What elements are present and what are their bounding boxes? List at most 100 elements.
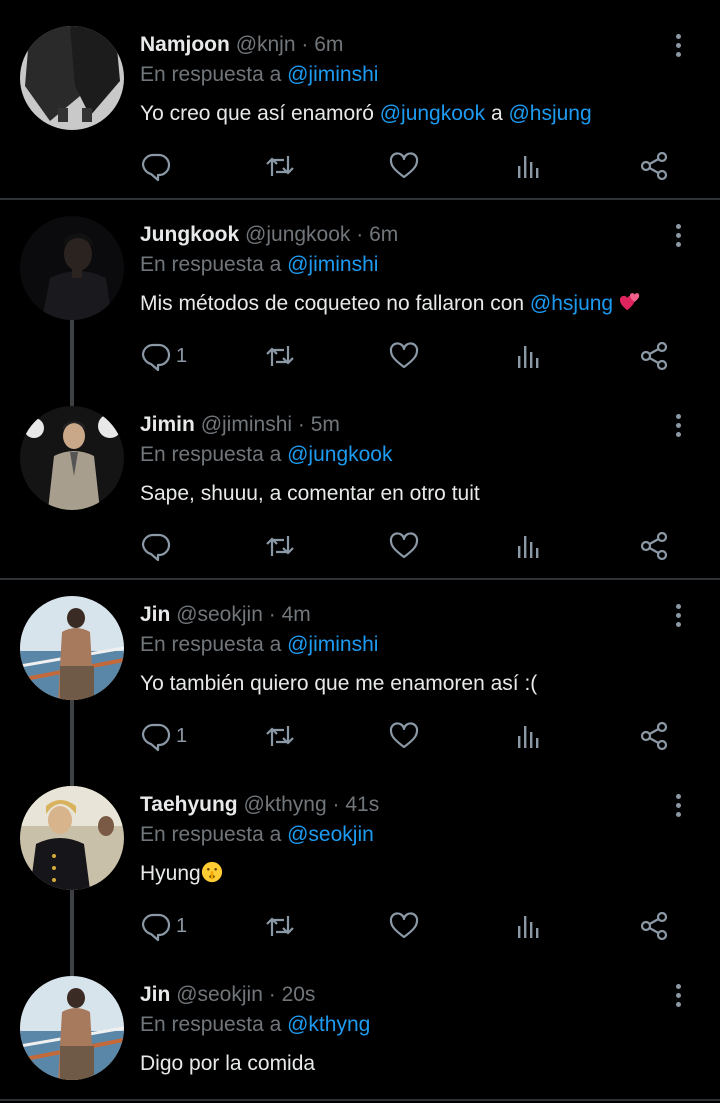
- reply-context: En respuesta a @jiminshi: [140, 252, 378, 278]
- like-button[interactable]: [388, 718, 420, 754]
- reply-mention[interactable]: @jiminshi: [287, 633, 378, 656]
- reply-prefix: En respuesta a: [140, 63, 282, 86]
- author-handle[interactable]: @seokjin: [176, 603, 263, 626]
- author-name[interactable]: Taehyung: [140, 793, 238, 816]
- reply-icon: [141, 533, 171, 562]
- separator: ·: [301, 33, 309, 56]
- author-name[interactable]: Jin: [140, 603, 170, 626]
- more-options-icon[interactable]: [670, 412, 686, 438]
- analytics-icon: [518, 346, 539, 368]
- analytics-button[interactable]: [513, 528, 545, 564]
- reply-mention[interactable]: @seokjin: [287, 823, 374, 846]
- retweet-icon: [266, 726, 294, 746]
- reply-button[interactable]: [140, 148, 176, 184]
- author-name[interactable]: Namjoon: [140, 33, 230, 56]
- author-handle[interactable]: @jungkook: [245, 223, 350, 246]
- avatar[interactable]: [20, 976, 124, 1080]
- divider: [0, 578, 720, 580]
- avatar[interactable]: [20, 26, 124, 130]
- reply-icon: [141, 343, 171, 372]
- author-handle[interactable]: @knjn: [236, 33, 296, 56]
- reply-mention[interactable]: @jungkook: [287, 443, 392, 466]
- retweet-button[interactable]: [264, 908, 296, 944]
- reply-prefix: En respuesta a: [140, 633, 282, 656]
- reply-button[interactable]: 1: [140, 908, 187, 944]
- avatar[interactable]: [20, 216, 124, 320]
- divider: [0, 198, 720, 200]
- retweet-button[interactable]: [264, 338, 296, 374]
- more-options-icon[interactable]: [670, 792, 686, 818]
- timestamp[interactable]: 6m: [369, 223, 398, 246]
- heart-icon: [389, 342, 419, 369]
- analytics-icon: [518, 536, 539, 558]
- share-button[interactable]: [638, 338, 670, 374]
- retweet-button[interactable]: [264, 718, 296, 754]
- tweet-actions: [140, 528, 700, 564]
- thread-line: [70, 318, 74, 408]
- share-icon: [640, 911, 668, 941]
- analytics-icon: [518, 726, 539, 748]
- share-button[interactable]: [638, 528, 670, 564]
- tweet-text: Hyung: [140, 861, 223, 887]
- timestamp[interactable]: 41s: [345, 793, 379, 816]
- shushing-face-icon: [201, 861, 222, 883]
- retweet-icon: [266, 916, 294, 936]
- reply-prefix: En respuesta a: [140, 443, 282, 466]
- avatar[interactable]: [20, 406, 124, 510]
- tweet-actions: [140, 148, 700, 184]
- more-options-icon[interactable]: [670, 602, 686, 628]
- like-button[interactable]: [388, 148, 420, 184]
- retweet-icon: [266, 536, 294, 556]
- share-button[interactable]: [638, 148, 670, 184]
- thread-line: [70, 698, 74, 788]
- more-options-icon[interactable]: [670, 222, 686, 248]
- author-name[interactable]: Jungkook: [140, 223, 239, 246]
- reply-mention[interactable]: @kthyng: [287, 1013, 370, 1036]
- avatar[interactable]: [20, 786, 124, 890]
- author-name[interactable]: Jimin: [140, 413, 195, 436]
- author-handle[interactable]: @seokjin: [176, 983, 263, 1006]
- mention-link[interactable]: @jungkook: [380, 102, 485, 125]
- reply-icon: [141, 913, 171, 942]
- retweet-button[interactable]: [264, 528, 296, 564]
- reply-button[interactable]: 1: [140, 718, 187, 754]
- timestamp[interactable]: 6m: [314, 33, 343, 56]
- retweet-icon: [266, 346, 294, 366]
- reply-mention[interactable]: @jiminshi: [287, 63, 378, 86]
- timestamp[interactable]: 4m: [282, 603, 311, 626]
- analytics-button[interactable]: [513, 338, 545, 374]
- two-hearts-icon: [620, 293, 640, 311]
- tweet-text: Digo por la comida: [140, 1052, 316, 1075]
- mention-link[interactable]: @hsjung: [530, 292, 613, 315]
- author-name[interactable]: Jin: [140, 983, 170, 1006]
- share-button[interactable]: [638, 908, 670, 944]
- analytics-button[interactable]: [513, 148, 545, 184]
- avatar[interactable]: [20, 596, 124, 700]
- like-button[interactable]: [388, 908, 420, 944]
- author-handle[interactable]: @kthyng: [243, 793, 326, 816]
- analytics-button[interactable]: [513, 718, 545, 754]
- tweet-actions: 1: [140, 908, 700, 944]
- text-part: Hyung: [140, 862, 201, 885]
- timestamp[interactable]: 5m: [311, 413, 340, 436]
- separator: ·: [332, 793, 340, 816]
- reply-context: En respuesta a @jiminshi: [140, 632, 378, 658]
- reply-prefix: En respuesta a: [140, 823, 282, 846]
- author-handle[interactable]: @jiminshi: [201, 413, 292, 436]
- reply-count: 1: [176, 914, 188, 937]
- reply-button[interactable]: 1: [140, 338, 187, 374]
- like-button[interactable]: [388, 528, 420, 564]
- analytics-button[interactable]: [513, 908, 545, 944]
- share-button[interactable]: [638, 718, 670, 754]
- retweet-button[interactable]: [264, 148, 296, 184]
- more-options-icon[interactable]: [670, 982, 686, 1008]
- reply-button[interactable]: [140, 528, 176, 564]
- like-button[interactable]: [388, 338, 420, 374]
- reply-icon: [141, 723, 171, 752]
- timestamp[interactable]: 20s: [282, 983, 316, 1006]
- heart-icon: [389, 532, 419, 559]
- separator: ·: [268, 603, 276, 626]
- mention-link[interactable]: @hsjung: [508, 102, 591, 125]
- more-options-icon[interactable]: [670, 32, 686, 58]
- reply-mention[interactable]: @jiminshi: [287, 253, 378, 276]
